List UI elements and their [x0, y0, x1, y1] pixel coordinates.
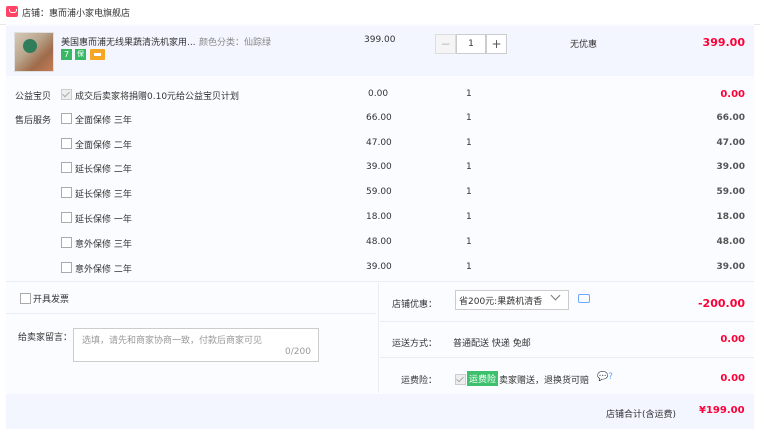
shop-name[interactable]: 惠而浦小家电旗舰店 — [49, 9, 130, 19]
service-option-total: 39.00 — [716, 262, 745, 272]
service-option-qty: 1 — [466, 237, 472, 247]
coupon-value: 省200元:果蔬机清香 — [459, 297, 543, 307]
service-option-total: 48.00 — [716, 237, 745, 247]
seven-day-return-icon: 7 — [61, 49, 72, 60]
service-option-label: 全面保修 二年 — [75, 141, 132, 151]
quantity-decrease-button[interactable]: − — [435, 34, 456, 54]
service-option-qty: 1 — [466, 138, 472, 148]
charity-checkbox — [61, 89, 72, 100]
service-checkbox[interactable] — [61, 138, 72, 149]
insurance-amount: 0.00 — [720, 373, 745, 384]
guarantee-icon: 保 — [75, 49, 86, 60]
service-checkbox[interactable] — [61, 162, 72, 173]
service-option-label: 全面保修 三年 — [75, 116, 132, 126]
shop-label[interactable]: 店铺：惠而浦小家电旗舰店 — [22, 6, 130, 19]
invoice-checkbox[interactable] — [20, 293, 31, 304]
service-option-price: 59.00 — [366, 187, 392, 197]
divider — [380, 321, 754, 322]
service-option-price: 18.00 — [366, 212, 392, 222]
divider — [6, 313, 376, 314]
help-icon[interactable]: 💬? — [597, 372, 613, 382]
shipping-label: 运送方式： — [391, 339, 437, 349]
service-option-price: 47.00 — [366, 138, 392, 148]
shipping-amount: 0.00 — [720, 334, 745, 345]
divider — [6, 281, 754, 282]
service-checkbox[interactable] — [61, 262, 72, 273]
service-option-total: 39.00 — [716, 162, 745, 172]
service-option-qty: 1 — [466, 113, 472, 123]
insurance-tag: 运费险 — [467, 371, 499, 386]
insurance-checkbox — [455, 374, 466, 385]
service-option-total: 66.00 — [716, 113, 745, 123]
shop-prefix: 店铺： — [22, 9, 50, 19]
coupon-amount: -200.00 — [697, 297, 745, 310]
service-option-label: 延长保修 一年 — [75, 215, 132, 225]
item-row — [6, 26, 754, 76]
message-char-count: 0/200 — [285, 347, 311, 357]
message-placeholder: 选填，请先和商家协商一致，付款后商家可见 — [82, 336, 263, 346]
order-panel — [6, 24, 754, 429]
service-option-total: 59.00 — [716, 187, 745, 197]
service-option-label: 延长保修 三年 — [75, 190, 132, 200]
product-title[interactable]: 美国惠而浦无线果蔬清洗机家用... — [61, 35, 196, 48]
service-option-price: 48.00 — [366, 237, 392, 247]
service-option-total: 18.00 — [716, 212, 745, 222]
service-checkbox[interactable] — [61, 113, 72, 124]
shop-total-label: 店铺合计(含运费) — [606, 410, 677, 420]
charity-label: 公益宝贝 — [15, 92, 52, 102]
quantity-input[interactable]: 1 — [456, 34, 486, 54]
service-option-qty: 1 — [466, 212, 472, 222]
item-price: 399.00 — [364, 35, 396, 45]
service-option-price: 66.00 — [366, 113, 392, 123]
divider — [380, 357, 754, 358]
shipping-method: 普通配送 快递 免邮 — [453, 339, 531, 349]
insurance-text: 卖家赠送，退换货可赔 — [499, 376, 590, 386]
invoice-label[interactable]: 开具发票 — [33, 292, 69, 305]
product-thumbnail[interactable] — [14, 32, 54, 72]
message-label: 给卖家留言： — [18, 333, 73, 343]
chat-bubble-icon[interactable] — [578, 294, 590, 303]
service-checkbox[interactable] — [61, 212, 72, 223]
shop-icon — [6, 6, 18, 17]
charity-total: 0.00 — [720, 89, 745, 100]
shop-total-amount: ¥199.00 — [699, 405, 745, 416]
item-discount: 无优惠 — [570, 40, 598, 50]
coupon-label: 店铺优惠： — [391, 300, 437, 310]
charity-price: 0.00 — [368, 89, 389, 99]
service-option-label: 延长保修 二年 — [75, 165, 132, 175]
insurance-label: 运费险： — [400, 376, 437, 386]
item-total: 399.00 — [702, 36, 745, 49]
service-option-qty: 1 — [466, 187, 472, 197]
service-checkbox[interactable] — [61, 237, 72, 248]
service-option-total: 47.00 — [716, 138, 745, 148]
service-option-qty: 1 — [466, 262, 472, 272]
charity-qty: 1 — [466, 89, 472, 99]
service-option-label: 意外保修 三年 — [75, 240, 132, 250]
service-option-qty: 1 — [466, 162, 472, 172]
charity-text: 成交后卖家将捐赠0.10元给公益宝贝计划 — [75, 92, 240, 102]
service-label: 售后服务 — [15, 116, 52, 126]
quantity-increase-button[interactable]: + — [486, 34, 507, 54]
product-sku: 颜色分类：仙踪绿 — [199, 38, 272, 48]
service-option-price: 39.00 — [366, 162, 392, 172]
service-option-label: 意外保修 二年 — [75, 265, 132, 275]
credit-card-icon — [90, 49, 105, 60]
service-checkbox[interactable] — [61, 187, 72, 198]
service-option-price: 39.00 — [366, 262, 392, 272]
